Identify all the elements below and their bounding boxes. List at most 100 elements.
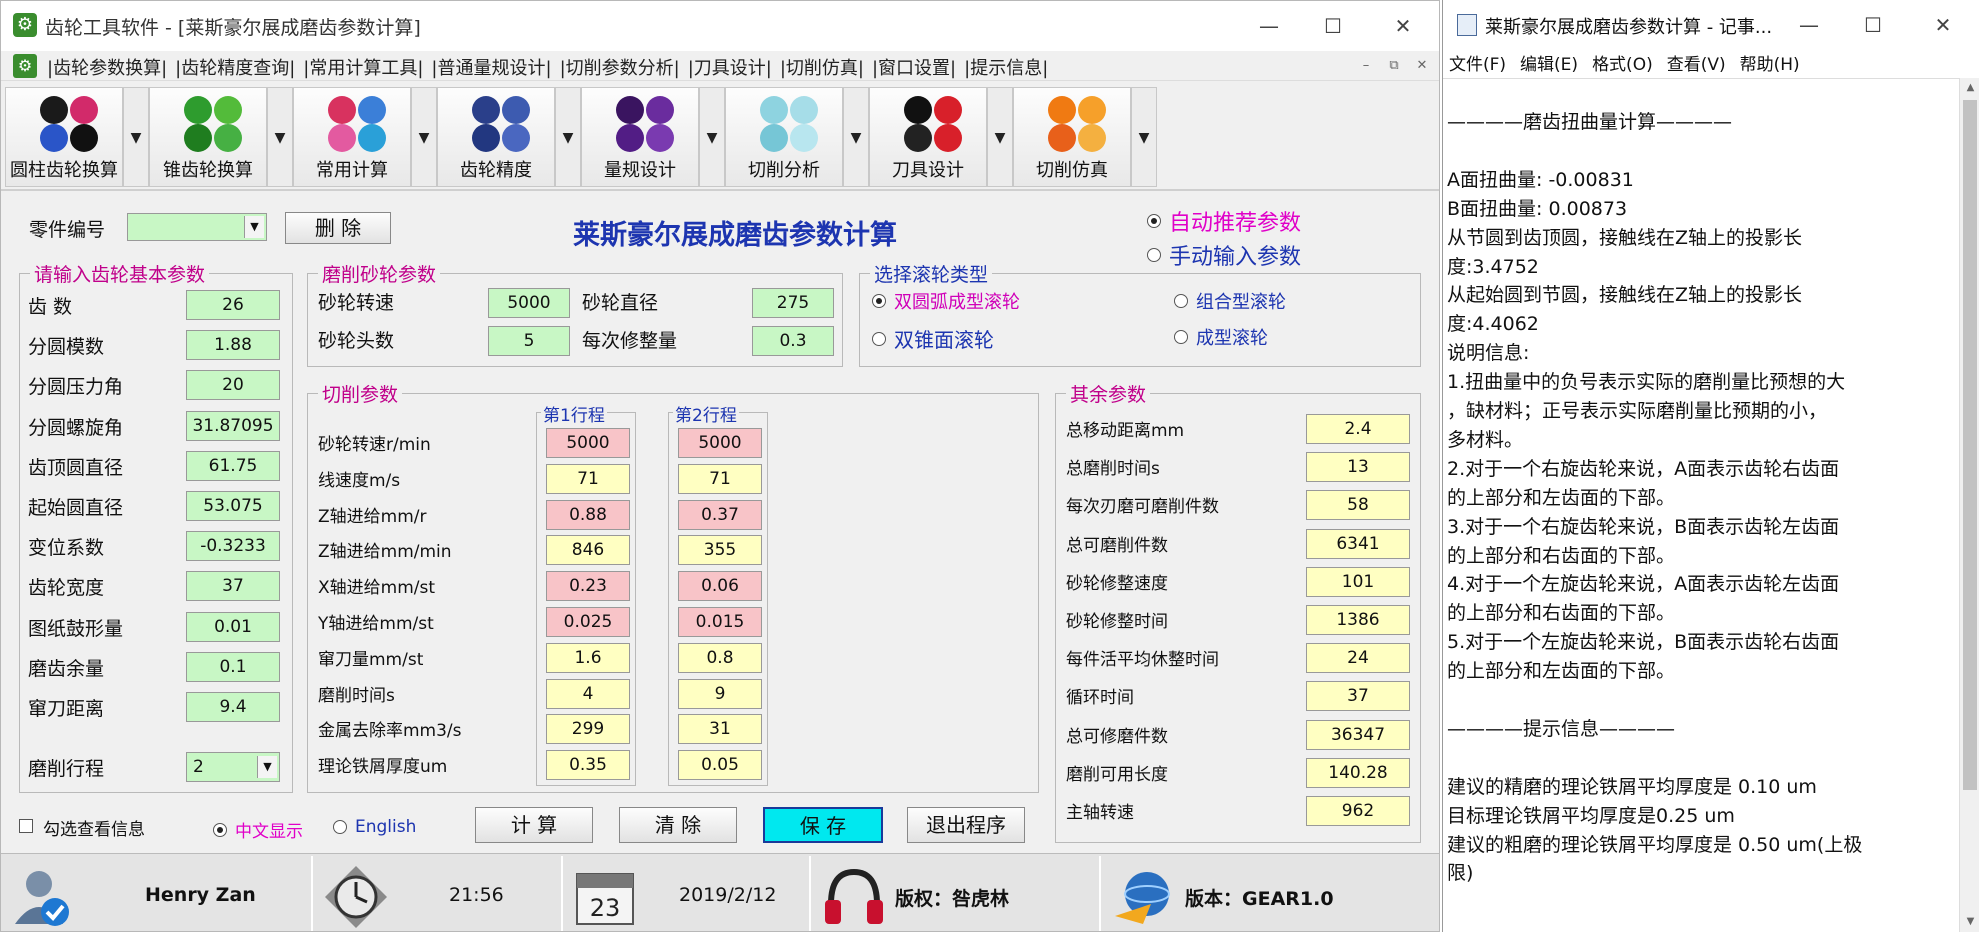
toolbar-dropdown-arrow[interactable]: ▼ [1131,87,1157,187]
menu-item-2[interactable]: |常用计算工具| [303,54,423,80]
notepad-menu-item-4[interactable]: 帮助(H) [1740,50,1800,75]
exit-button[interactable]: 退出程序 [907,807,1025,843]
radio-manual-params[interactable]: 手动输入参数 [1147,239,1301,271]
radio-dot[interactable] [1147,248,1161,262]
menu-item-3[interactable]: |普通量规设计| [431,54,551,80]
wheel-heads-field[interactable]: 5 [488,326,570,356]
save-button[interactable]: 保 存 [763,807,883,843]
toolbar-dropdown-arrow[interactable]: ▼ [411,87,437,187]
basic-param-field[interactable]: 37 [186,571,280,602]
basic-param-field[interactable]: 53.075 [186,491,280,521]
other-param-field[interactable]: 101 [1306,566,1410,597]
scroll-down-arrow[interactable]: ▼ [1960,912,1979,932]
delete-button[interactable]: 删 除 [285,212,391,244]
pass1-value-field[interactable]: 0.35 [546,750,630,781]
toolbar-dropdown-arrow[interactable]: ▼ [699,87,725,187]
notepad-scrollbar[interactable]: ▲ ▼ [1959,78,1979,932]
pass1-value-field[interactable]: 1.6 [546,642,630,673]
menu-item-8[interactable]: |提示信息| [964,54,1048,80]
pass1-value-field[interactable]: 5000 [546,428,630,458]
basic-param-field[interactable]: 20 [186,370,280,401]
basic-param-field[interactable]: -0.3233 [186,531,280,562]
maximize-button[interactable]: ☐ [1311,9,1355,43]
menu-item-7[interactable]: |窗口设置| [872,54,956,80]
radio-dot[interactable] [1174,330,1188,344]
radio-dot[interactable] [1174,294,1188,308]
other-param-field[interactable]: 1386 [1306,605,1410,635]
pass2-value-field[interactable]: 0.8 [678,642,762,673]
minimize-button[interactable]: — [1247,9,1291,43]
pass2-value-field[interactable]: 9 [678,678,762,709]
gear-menu-icon[interactable]: ⚙ [13,54,37,78]
pass2-value-field[interactable]: 0.05 [678,750,762,781]
notepad-minimize-button[interactable]: — [1787,8,1831,42]
toolbar-button-3[interactable]: 齿轮精度 [437,87,555,187]
basic-param-field[interactable]: 61.75 [186,450,280,481]
other-param-field[interactable]: 140.28 [1306,757,1410,788]
pass1-value-field[interactable]: 0.88 [546,499,630,530]
radio-dot[interactable] [872,294,886,308]
other-param-field[interactable]: 58 [1306,490,1410,521]
pass2-value-field[interactable]: 5000 [678,428,762,458]
menu-item-5[interactable]: |刀具设计| [688,54,772,80]
pass1-value-field[interactable]: 0.23 [546,571,630,602]
notepad-menu-item-0[interactable]: 文件(F) [1449,50,1506,75]
toolbar-dropdown-arrow[interactable]: ▼ [555,87,581,187]
pass2-value-field[interactable]: 0.06 [678,571,762,602]
close-button[interactable]: ✕ [1381,9,1425,43]
radio-dot[interactable] [213,822,227,837]
pass1-value-field[interactable]: 0.025 [546,607,630,637]
other-param-field[interactable]: 37 [1306,681,1410,712]
basic-param-field[interactable]: 1.88 [186,330,280,361]
notepad-text-area[interactable]: ————磨齿扭曲量计算———— A面扭曲量: -0.00831 B面扭曲量: 0.0… [1443,78,1959,932]
pass1-value-field[interactable]: 4 [546,678,630,709]
notepad-menu-item-1[interactable]: 编辑(E) [1520,50,1578,75]
chevron-down-icon[interactable]: ▼ [244,216,264,238]
pass2-value-field[interactable]: 71 [678,463,762,494]
pass1-value-field[interactable]: 299 [546,714,630,745]
scroll-thumb[interactable] [1963,100,1977,790]
pass-combobox[interactable]: 2 ▼ [186,752,280,782]
other-param-field[interactable]: 962 [1306,796,1410,826]
dress-amount-field[interactable]: 0.3 [752,326,834,356]
pass2-value-field[interactable]: 0.015 [678,607,762,637]
scroll-up-arrow[interactable]: ▲ [1960,78,1979,98]
radio-auto-params[interactable]: 自动推荐参数 [1147,205,1301,237]
mdi-close-button[interactable]: ✕ [1411,56,1433,76]
notepad-close-button[interactable]: ✕ [1921,8,1965,42]
radio-combined-roller[interactable]: 组合型滚轮 [1174,288,1286,314]
view-info-checkbox[interactable] [19,819,33,833]
part-no-combobox[interactable]: ▼ [127,213,267,241]
pass2-value-field[interactable]: 355 [678,535,762,566]
basic-param-field[interactable]: 9.4 [186,692,280,722]
toolbar-button-4[interactable]: 量规设计 [581,87,699,187]
radio-lang-cn[interactable]: 中文显示 [213,817,303,842]
notepad-maximize-button[interactable]: ☐ [1851,8,1895,42]
mdi-minimize-button[interactable]: – [1355,56,1377,76]
basic-param-field[interactable]: 0.01 [186,611,280,642]
toolbar-button-7[interactable]: 切削仿真 [1013,87,1131,187]
menu-item-6[interactable]: |切削仿真| [780,54,864,80]
pass1-value-field[interactable]: 846 [546,535,630,566]
toolbar-button-5[interactable]: 切削分析 [725,87,843,187]
wheel-speed-field[interactable]: 5000 [488,288,570,318]
radio-dot[interactable] [333,820,347,834]
other-param-field[interactable]: 2.4 [1306,414,1410,444]
other-param-field[interactable]: 36347 [1306,719,1410,750]
notepad-menu-item-3[interactable]: 查看(V) [1667,50,1726,75]
toolbar-dropdown-arrow[interactable]: ▼ [267,87,293,187]
basic-param-field[interactable]: 0.1 [186,651,280,682]
pass2-value-field[interactable]: 0.37 [678,499,762,530]
basic-param-field[interactable]: 31.87095 [186,410,280,441]
menu-item-4[interactable]: |切削参数分析| [560,54,680,80]
wheel-diameter-field[interactable]: 275 [752,288,834,318]
other-param-field[interactable]: 24 [1306,643,1410,674]
notepad-menu-item-2[interactable]: 格式(O) [1592,50,1653,75]
toolbar-button-0[interactable]: 圆柱齿轮换算 [5,87,123,187]
radio-formed-roller[interactable]: 成型滚轮 [1174,324,1268,350]
menu-item-0[interactable]: |齿轮参数换算| [47,54,167,80]
radio-dot[interactable] [1147,214,1161,228]
menu-item-1[interactable]: |齿轮精度查询| [175,54,295,80]
calculate-button[interactable]: 计 算 [475,807,593,843]
other-param-field[interactable]: 13 [1306,452,1410,483]
